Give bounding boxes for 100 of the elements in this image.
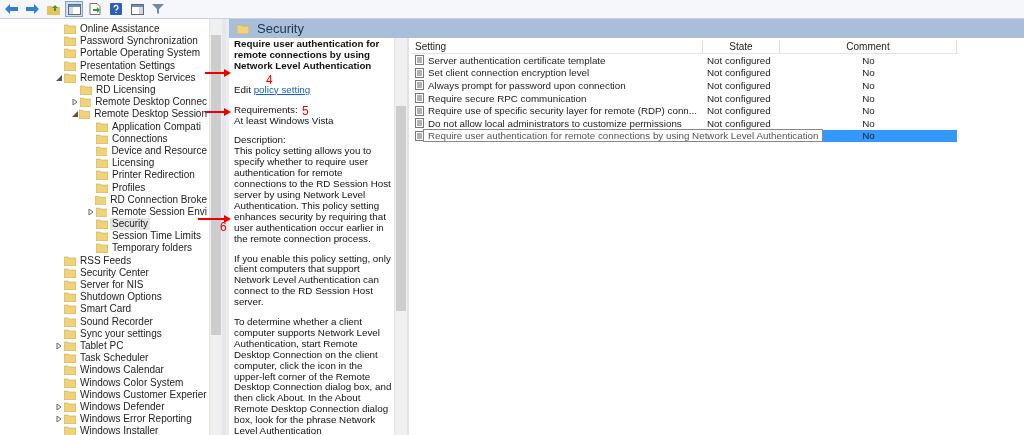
folder-icon <box>79 109 91 120</box>
tree-item[interactable]: Task Scheduler <box>78 352 151 365</box>
filter-icon <box>152 3 164 15</box>
console-tree-icon <box>67 3 81 15</box>
annotation-number: 6 <box>220 222 227 233</box>
tree-item[interactable]: Application Compati <box>110 120 203 133</box>
tree-item[interactable]: Remote Desktop Session <box>92 108 209 121</box>
tree-item[interactable]: Profiles <box>110 181 148 194</box>
folder-icon <box>237 23 249 34</box>
folder-icon <box>64 255 76 266</box>
comment-cell: No <box>862 105 875 117</box>
tree-item[interactable]: Sync your settings <box>78 327 164 340</box>
tree-item[interactable]: Windows Calendar <box>78 364 166 377</box>
folder-icon <box>64 414 76 425</box>
tree-item[interactable]: Security <box>110 218 151 231</box>
tree-item[interactable]: Security Center <box>78 266 151 279</box>
tree-item[interactable]: Portable Operating System <box>78 47 203 60</box>
policy-icon <box>415 80 424 91</box>
folder-icon <box>64 377 76 388</box>
comment-cell: No <box>862 54 875 66</box>
setting-name: Always prompt for password upon connection <box>428 80 626 91</box>
annotation-arrow <box>204 69 231 77</box>
help-icon <box>110 3 122 15</box>
policy-icon <box>415 118 424 129</box>
policy-icon <box>415 55 424 66</box>
folder-icon <box>95 145 108 156</box>
tree-item[interactable]: Password Synchronization <box>78 35 200 48</box>
tree-item[interactable]: Remote Desktop Connec <box>93 96 209 109</box>
folder-icon <box>96 170 108 181</box>
annotation-number: 5 <box>302 106 309 117</box>
column-header[interactable]: Comment <box>780 40 957 53</box>
state-cell: Not configured <box>707 117 771 129</box>
setting-name: Server authentication certificate template <box>428 54 606 66</box>
annotation-arrow <box>197 215 231 223</box>
tree-item[interactable]: Device and Resource <box>109 144 209 157</box>
folder-icon <box>64 365 76 376</box>
comment-cell: No <box>862 130 875 142</box>
tree-item[interactable]: Remote Desktop Services <box>78 71 198 84</box>
tree-item[interactable]: Printer Redirection <box>110 169 197 182</box>
tree-item[interactable]: Server for NIS <box>78 279 146 292</box>
tree-item[interactable]: Windows Installer <box>78 425 161 435</box>
folder-icon <box>64 36 76 47</box>
tree-item[interactable]: Windows Defender <box>78 400 167 413</box>
scrollbar[interactable] <box>209 19 222 435</box>
folder-icon <box>64 292 76 303</box>
folder-icon <box>95 206 108 217</box>
tree-item[interactable]: Shutdown Options <box>78 291 164 304</box>
folder-icon <box>64 340 76 351</box>
folder-icon <box>64 389 76 400</box>
toolbar-button[interactable] <box>23 1 41 17</box>
folder-icon <box>64 316 76 327</box>
comment-cell: No <box>862 117 875 129</box>
column-header[interactable]: State <box>703 40 780 53</box>
folder-icon <box>96 121 108 132</box>
policy-setting-link[interactable]: policy setting <box>253 83 311 95</box>
tree-item[interactable]: Remote Session Envi <box>109 205 209 218</box>
folder-icon <box>80 85 92 96</box>
setting-name: Do not allow local administrators to customize permissions <box>428 117 682 129</box>
tree-item[interactable]: Temporary folders <box>110 242 195 255</box>
folder-icon <box>96 133 108 144</box>
export-list-icon <box>89 3 101 15</box>
state-cell: Not configured <box>707 105 771 117</box>
tree-item[interactable]: Windows Color System <box>78 376 186 389</box>
tree-item[interactable]: Session Time Limits <box>110 230 203 243</box>
description-label: Description: <box>234 135 287 147</box>
tooltip: Require user authentication for remote connections by using Network Level Authentication <box>423 128 824 142</box>
toolbar-button[interactable] <box>65 1 83 17</box>
requirements-label: Requirements: <box>234 104 298 116</box>
toolbar-button[interactable] <box>107 1 125 17</box>
comment-cell: No <box>862 92 875 104</box>
tree-item[interactable]: RD Licensing <box>94 84 158 97</box>
policy-icon <box>415 93 424 104</box>
toolbar-button[interactable] <box>128 1 146 17</box>
tree-item[interactable]: Presentation Settings <box>78 59 178 72</box>
tree-item[interactable]: Windows Customer Experier <box>78 388 209 401</box>
description-paragraph: If you enable this policy setting, only client computers that support Network Level Authentication can connect to the RD Session Host server. <box>234 253 392 309</box>
tree-item[interactable]: Online Assistance <box>78 23 162 36</box>
section-title: Security <box>257 21 304 36</box>
folder-icon <box>96 219 108 230</box>
state-cell: Not configured <box>707 54 771 66</box>
comment-cell: No <box>862 80 875 91</box>
policy-icon <box>415 67 424 78</box>
state-cell: Not configured <box>707 80 771 91</box>
folder-icon <box>64 60 76 71</box>
folder-icon <box>64 267 76 278</box>
tree-item[interactable]: Smart Card <box>78 303 134 316</box>
tree-item[interactable]: RSS Feeds <box>78 254 134 267</box>
toolbar-button[interactable] <box>86 1 104 17</box>
tree-item[interactable]: Windows Error Reporting <box>78 413 194 426</box>
column-header[interactable]: Setting <box>411 40 703 53</box>
setting-name: Require use of specific security layer for remote (RDP) conn... <box>428 105 697 117</box>
folder-up-icon <box>46 3 60 15</box>
tree-item[interactable]: Licensing <box>110 157 157 170</box>
folder-icon <box>79 97 92 108</box>
tree-item[interactable]: Sound Recorder <box>78 315 155 328</box>
folder-icon <box>64 328 76 339</box>
scrollbar[interactable] <box>394 38 407 435</box>
tree-item[interactable]: Connections <box>110 132 170 145</box>
tree-item[interactable]: RD Connection Broke <box>108 193 209 206</box>
tree-item[interactable]: Tablet PC <box>78 339 126 352</box>
